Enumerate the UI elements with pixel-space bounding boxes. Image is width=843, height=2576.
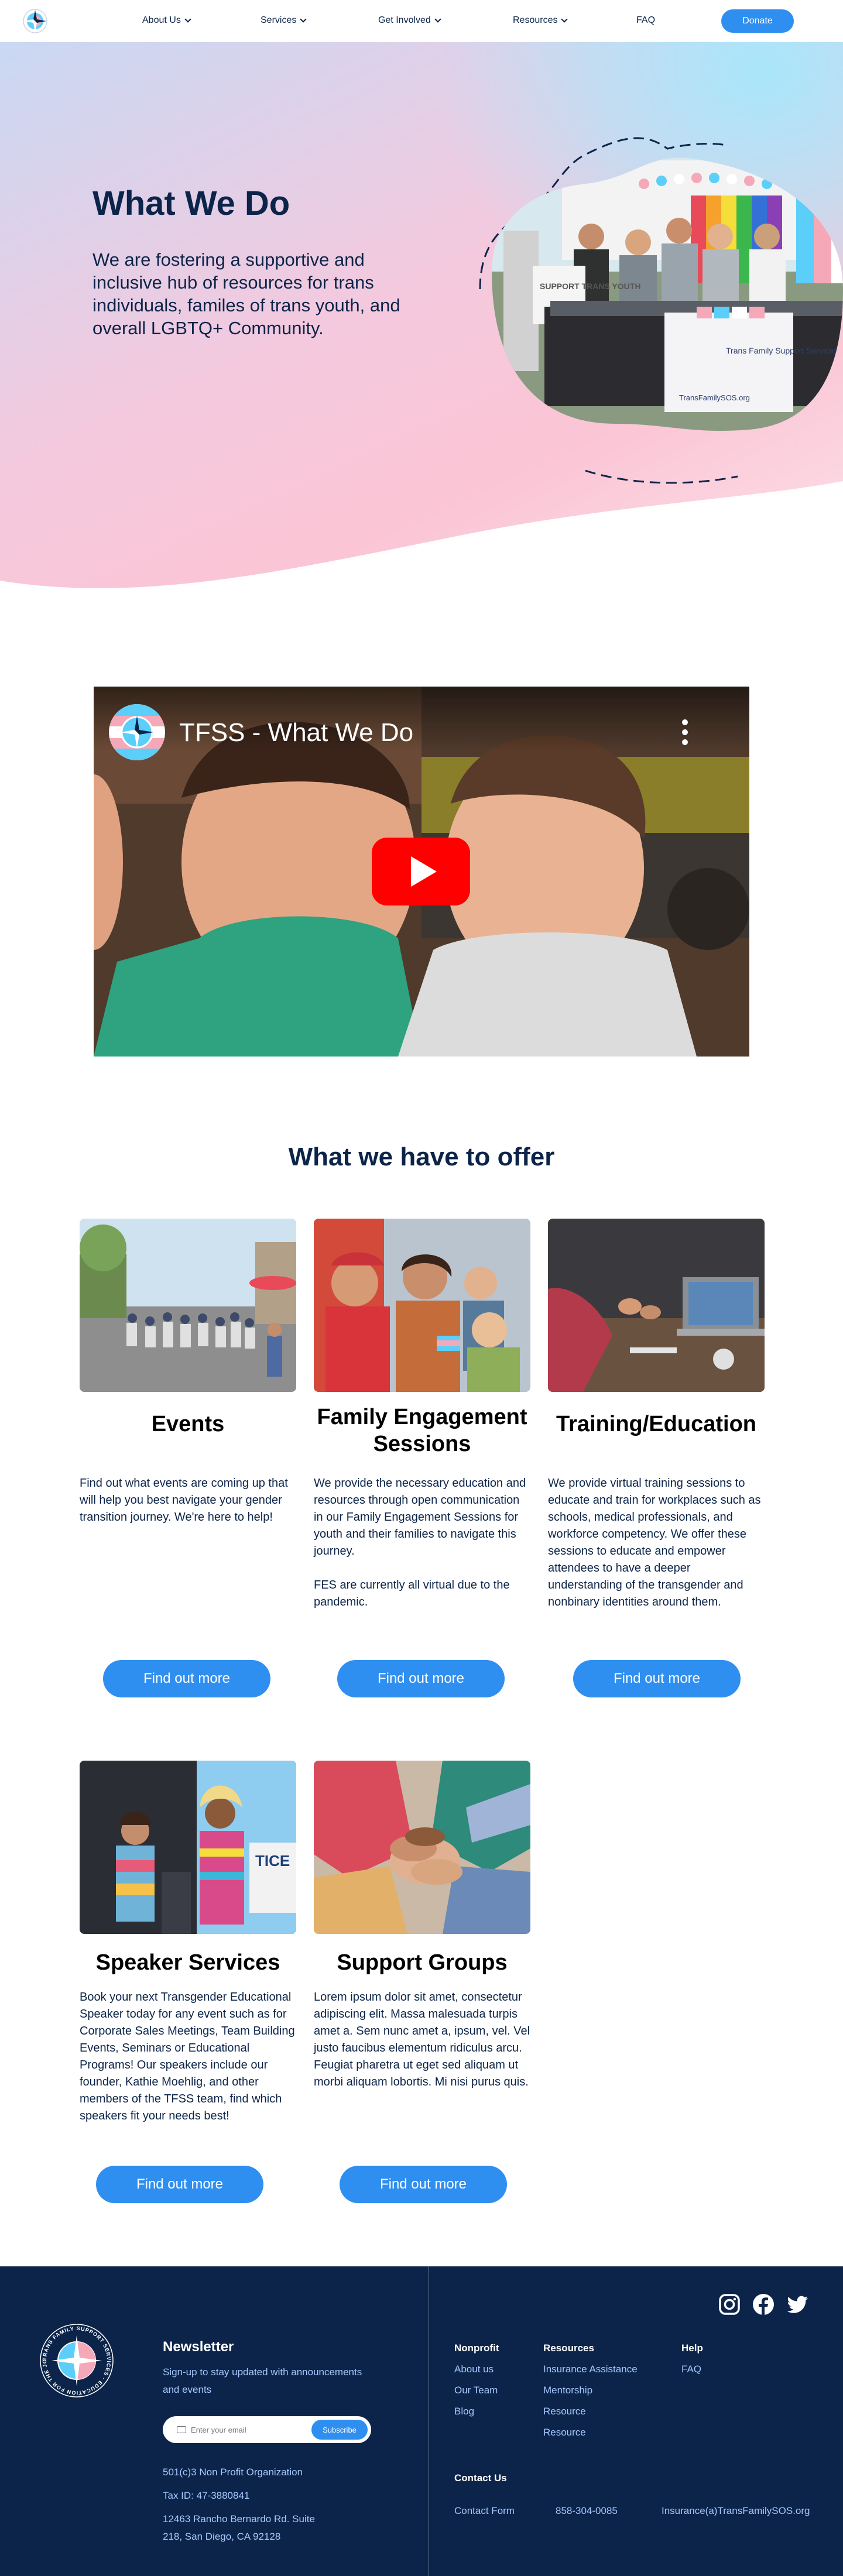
footer-link-blog[interactable]: Blog bbox=[454, 2406, 474, 2417]
hero-photo-frame: SUPPORT TRANS YOUTH Trans Family Support… bbox=[468, 96, 843, 506]
card-title-training: Training/Education bbox=[556, 1412, 757, 1436]
card-title-events: Events bbox=[151, 1412, 225, 1436]
footer-email[interactable]: Insurance(a)TransFamilySOS.org bbox=[662, 2505, 810, 2517]
donate-button[interactable]: Donate bbox=[721, 9, 794, 33]
top-navigation: About Us Services Get Involved Resources… bbox=[0, 0, 843, 42]
chevron-down-icon bbox=[184, 15, 191, 23]
footer-link-our-team[interactable]: Our Team bbox=[454, 2385, 498, 2396]
footer-logo-icon[interactable]: TRANS FAMILY SUPPORT SERVICES · EDUCATIO… bbox=[39, 2323, 115, 2399]
subscribe-button[interactable]: Subscribe bbox=[311, 2420, 368, 2440]
more-vert-icon[interactable] bbox=[679, 719, 691, 749]
support-groups-image bbox=[314, 1761, 530, 1934]
facebook-icon[interactable] bbox=[751, 2292, 776, 2317]
footer-link-insurance-assistance[interactable]: Insurance Assistance bbox=[543, 2364, 638, 2375]
nav-about-us[interactable]: About Us bbox=[142, 15, 191, 26]
card-text-events: Find out what events are coming up that … bbox=[80, 1477, 288, 1524]
sign-text: TICE bbox=[255, 1852, 290, 1870]
footer: TRANS FAMILY SUPPORT SERVICES · EDUCATIO… bbox=[0, 2266, 843, 2576]
nonprofit-heading: Nonprofit bbox=[454, 2342, 499, 2354]
org-type: 501(c)3 Non Profit Organization bbox=[163, 2467, 303, 2478]
tax-id: Tax ID: 47-3880841 bbox=[163, 2490, 250, 2501]
play-button[interactable] bbox=[372, 838, 470, 905]
nav-resources[interactable]: Resources bbox=[513, 15, 568, 26]
chevron-down-icon bbox=[434, 15, 441, 23]
address-line-1: 12463 Rancho Bernardo Rd. Suite bbox=[163, 2513, 315, 2524]
footer-link-resource[interactable]: Resource bbox=[543, 2427, 586, 2438]
training-find-out-more-button[interactable]: Find out more bbox=[573, 1660, 741, 1697]
card-title-speaker-services: Speaker Services bbox=[95, 1950, 280, 1975]
nav-get-involved[interactable]: Get Involved bbox=[378, 15, 441, 26]
training-image bbox=[548, 1219, 765, 1392]
footer-phone[interactable]: 858-304-0085 bbox=[556, 2505, 618, 2517]
banner-url: TransFamilySOS.org bbox=[679, 393, 750, 402]
footer-link-about-us[interactable]: About us bbox=[454, 2364, 494, 2375]
nav-services[interactable]: Services bbox=[261, 15, 307, 26]
chevron-down-icon bbox=[300, 15, 307, 23]
nav-label: FAQ bbox=[636, 15, 656, 25]
events-find-out-more-button[interactable]: Find out more bbox=[103, 1660, 270, 1697]
card-text-family-engagement: We provide the necessary education and r… bbox=[314, 1477, 526, 1608]
instagram-icon[interactable] bbox=[717, 2292, 742, 2317]
contact-heading: Contact Us bbox=[454, 2472, 507, 2484]
family-engagement-find-out-more-button[interactable]: Find out more bbox=[337, 1660, 505, 1697]
footer-link-faq[interactable]: FAQ bbox=[681, 2364, 701, 2375]
support-groups-find-out-more-button[interactable]: Find out more bbox=[340, 2166, 507, 2203]
play-icon bbox=[411, 856, 437, 887]
channel-logo-icon[interactable] bbox=[109, 704, 165, 760]
nav-label: About Us bbox=[142, 15, 181, 25]
events-image bbox=[80, 1219, 296, 1392]
card-text-speaker-services: Book your next Transgender Educational S… bbox=[80, 1991, 295, 2122]
chevron-down-icon bbox=[561, 15, 568, 23]
newsletter-title: Newsletter bbox=[163, 2339, 234, 2355]
speaker-services-find-out-more-button[interactable]: Find out more bbox=[96, 2166, 263, 2203]
banner-text: Trans Family Support Services bbox=[726, 346, 838, 355]
hero-booth-photo: SUPPORT TRANS YOUTH Trans Family Support… bbox=[479, 137, 843, 484]
video-player[interactable]: TFSS - What We Do bbox=[94, 687, 749, 1057]
speaker-services-image: TICE bbox=[80, 1761, 296, 1934]
page-title: What We Do bbox=[92, 184, 290, 222]
nav-label: Get Involved bbox=[378, 15, 431, 25]
video-title[interactable]: TFSS - What We Do bbox=[179, 718, 413, 747]
nav-faq[interactable]: FAQ bbox=[636, 15, 655, 26]
hero-section: What We Do We are fostering a supportive… bbox=[0, 42, 843, 610]
card-title-support-groups: Support Groups bbox=[337, 1950, 508, 1975]
card-text-training: We provide virtual training sessions to … bbox=[548, 1477, 761, 1608]
nav-label: Services bbox=[261, 15, 297, 25]
help-heading: Help bbox=[681, 2342, 703, 2354]
card-text-support-groups: Lorem ipsum dolor sit amet, consectetur … bbox=[314, 1991, 530, 2088]
hero-description: We are fostering a supportive and inclus… bbox=[92, 249, 400, 338]
nav-label: Resources bbox=[513, 15, 558, 25]
sign-text: SUPPORT TRANS YOUTH bbox=[540, 282, 640, 291]
twitter-icon[interactable] bbox=[784, 2292, 810, 2317]
offers-section-title: What we have to offer bbox=[288, 1143, 555, 1171]
card-title-family-engagement: Family Engagement Sessions bbox=[317, 1405, 527, 1456]
footer-link-mentorship[interactable]: Mentorship bbox=[543, 2385, 592, 2396]
newsletter-description: Sign-up to stay updated with announcemen… bbox=[163, 2366, 362, 2395]
newsletter-form: Subscribe bbox=[163, 2416, 371, 2443]
compass-logo-icon[interactable] bbox=[22, 8, 48, 34]
footer-link-contact-form[interactable]: Contact Form bbox=[454, 2505, 515, 2517]
family-engagement-image bbox=[314, 1219, 530, 1392]
mail-icon bbox=[177, 2426, 186, 2433]
address-line-2: 218, San Diego, CA 92128 bbox=[163, 2531, 281, 2542]
email-input[interactable] bbox=[191, 2422, 296, 2437]
footer-link-resource[interactable]: Resource bbox=[543, 2406, 586, 2417]
resources-heading: Resources bbox=[543, 2342, 594, 2354]
